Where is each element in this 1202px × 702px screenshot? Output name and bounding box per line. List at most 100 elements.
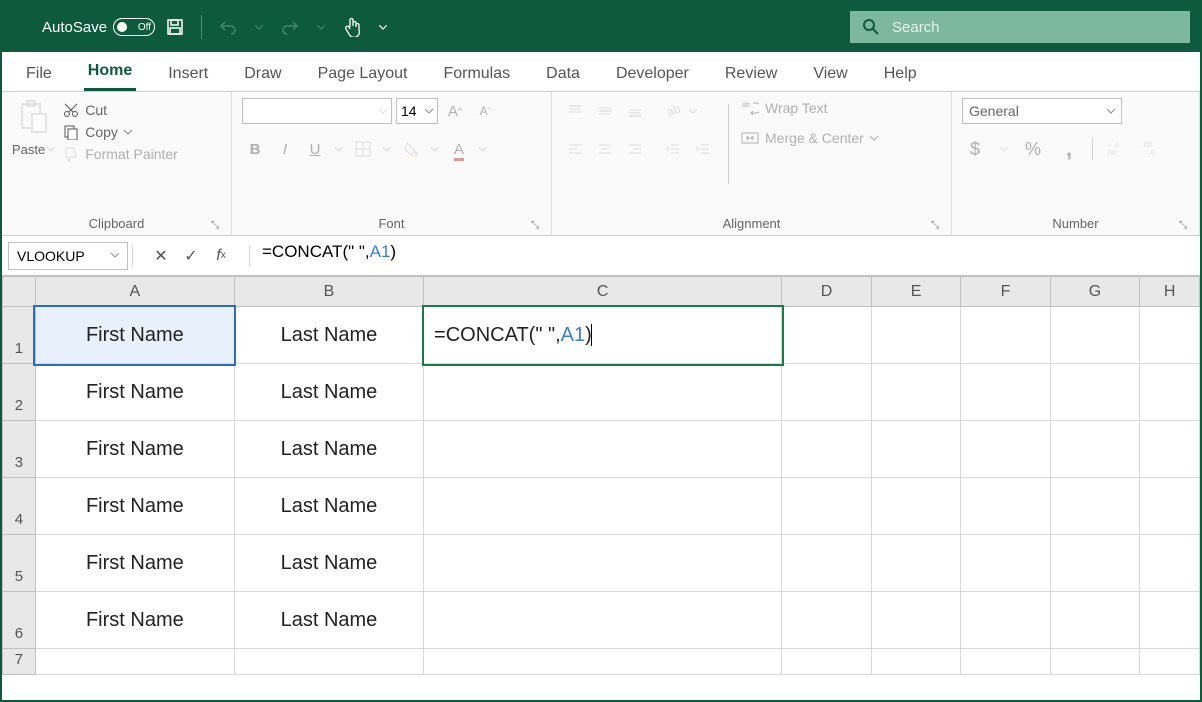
cell-G1[interactable] [1050, 307, 1139, 364]
autosave-toggle[interactable]: Off [113, 18, 155, 36]
row-header-4[interactable]: 4 [3, 478, 36, 535]
merge-center-button[interactable]: Merge & Center [741, 130, 878, 146]
paste-button[interactable]: Paste [12, 98, 55, 157]
cell-H4[interactable] [1140, 478, 1200, 535]
enter-formula-button[interactable]: ✓ [177, 242, 205, 270]
tab-insert[interactable]: Insert [164, 57, 212, 91]
cell-C3[interactable] [424, 421, 782, 478]
cell-D3[interactable] [782, 421, 871, 478]
cell-E3[interactable] [871, 421, 960, 478]
cell-E4[interactable] [871, 478, 960, 535]
font-size-combo[interactable]: 14 [396, 98, 438, 124]
cut-button[interactable]: Cut [63, 102, 178, 118]
cell-E1[interactable] [871, 307, 960, 364]
align-top-button[interactable] [562, 98, 588, 124]
borders-button[interactable] [350, 136, 376, 162]
cell-H1[interactable] [1140, 307, 1200, 364]
cell-F6[interactable] [961, 592, 1050, 649]
fill-dropdown[interactable] [428, 136, 442, 162]
align-middle-button[interactable] [592, 98, 618, 124]
undo-dropdown[interactable] [252, 11, 266, 43]
cell-C2[interactable] [424, 364, 782, 421]
search-box[interactable] [850, 11, 1190, 43]
column-header-C[interactable]: C [424, 277, 782, 307]
cell-E2[interactable] [871, 364, 960, 421]
cell-F7[interactable] [961, 649, 1050, 675]
tab-view[interactable]: View [809, 57, 851, 91]
cell-D6[interactable] [782, 592, 871, 649]
autosave-control[interactable]: AutoSave Off [42, 18, 155, 36]
row-header-6[interactable]: 6 [3, 592, 36, 649]
cell-B1[interactable]: Last Name [234, 307, 423, 364]
cell-G2[interactable] [1050, 364, 1139, 421]
accounting-format-button[interactable]: $ [962, 136, 988, 162]
cell-G4[interactable] [1050, 478, 1139, 535]
tab-help[interactable]: Help [880, 57, 921, 91]
cell-E6[interactable] [871, 592, 960, 649]
bold-button[interactable]: B [242, 136, 268, 162]
cancel-formula-button[interactable]: ✕ [147, 242, 175, 270]
decrease-decimal-button[interactable]: .00→.0 [1139, 136, 1165, 162]
cell-C1[interactable]: =CONCAT(" ",A1) [424, 307, 782, 364]
tab-review[interactable]: Review [721, 57, 781, 91]
column-header-B[interactable]: B [234, 277, 423, 307]
align-right-button[interactable] [622, 136, 648, 162]
row-header-7[interactable]: 7 [3, 649, 36, 675]
cell-G3[interactable] [1050, 421, 1139, 478]
tab-home[interactable]: Home [84, 54, 136, 91]
increase-decimal-button[interactable]: ←.0.00 [1103, 136, 1129, 162]
name-box[interactable]: VLOOKUP [8, 242, 128, 270]
insert-function-button[interactable]: fx [207, 242, 235, 270]
font-launcher[interactable]: ⤡ [531, 220, 539, 231]
touch-mode-button[interactable] [336, 11, 368, 43]
underline-dropdown[interactable] [332, 136, 346, 162]
row-header-2[interactable]: 2 [3, 364, 36, 421]
decrease-indent-button[interactable] [660, 136, 686, 162]
cell-F3[interactable] [961, 421, 1050, 478]
number-launcher[interactable]: ⤡ [1179, 220, 1187, 231]
column-header-D[interactable]: D [782, 277, 871, 307]
formula-input[interactable]: =CONCAT(" ",A1) [254, 242, 1200, 270]
cell-H3[interactable] [1140, 421, 1200, 478]
wrap-text-button[interactable]: ab Wrap Text [741, 100, 878, 116]
italic-button[interactable]: I [272, 136, 298, 162]
cell-A5[interactable]: First Name [35, 535, 234, 592]
fill-color-button[interactable] [398, 136, 424, 162]
orientation-button[interactable]: ab [660, 98, 686, 124]
alignment-launcher[interactable]: ⤡ [931, 220, 939, 231]
cell-C4[interactable] [424, 478, 782, 535]
cell-A2[interactable]: First Name [35, 364, 234, 421]
align-bottom-button[interactable] [622, 98, 648, 124]
borders-dropdown[interactable] [380, 136, 394, 162]
underline-button[interactable]: U [302, 136, 328, 162]
cell-C7[interactable] [424, 649, 782, 675]
cell-E7[interactable] [871, 649, 960, 675]
cell-F5[interactable] [961, 535, 1050, 592]
shrink-font-button[interactable]: Aˇ [472, 98, 498, 124]
font-color-dropdown[interactable] [476, 136, 490, 162]
row-header-3[interactable]: 3 [3, 421, 36, 478]
accounting-dropdown[interactable] [998, 136, 1010, 162]
cell-B5[interactable]: Last Name [234, 535, 423, 592]
cell-D5[interactable] [782, 535, 871, 592]
cell-B6[interactable]: Last Name [234, 592, 423, 649]
cell-G5[interactable] [1050, 535, 1139, 592]
tab-developer[interactable]: Developer [612, 57, 693, 91]
tab-formulas[interactable]: Formulas [439, 57, 514, 91]
spreadsheet-grid[interactable]: ABCDEFGH1First NameLast Name=CONCAT(" ",… [2, 276, 1200, 675]
orientation-dropdown[interactable] [686, 98, 700, 124]
cell-B7[interactable] [234, 649, 423, 675]
cell-E5[interactable] [871, 535, 960, 592]
tab-draw[interactable]: Draw [240, 57, 285, 91]
cell-F1[interactable] [961, 307, 1050, 364]
undo-button[interactable] [212, 11, 244, 43]
cell-H6[interactable] [1140, 592, 1200, 649]
column-header-E[interactable]: E [871, 277, 960, 307]
tab-file[interactable]: File [22, 57, 56, 91]
redo-dropdown[interactable] [314, 11, 328, 43]
cell-C6[interactable] [424, 592, 782, 649]
cell-H5[interactable] [1140, 535, 1200, 592]
cell-B4[interactable]: Last Name [234, 478, 423, 535]
column-header-F[interactable]: F [961, 277, 1050, 307]
font-color-button[interactable]: A [446, 136, 472, 162]
